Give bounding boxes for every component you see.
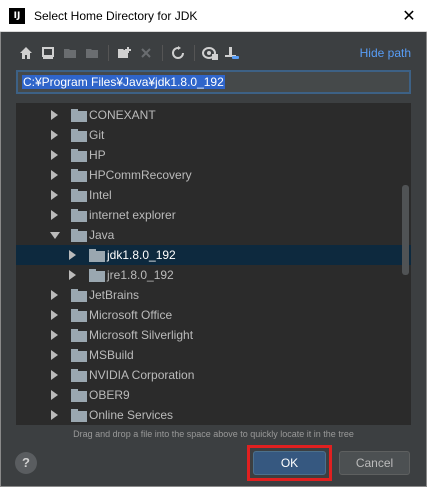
tree-row-label: Microsoft Silverlight xyxy=(89,328,194,342)
chevron-down-icon[interactable] xyxy=(50,232,60,239)
tree-row[interactable]: OBER9 xyxy=(16,385,411,405)
tree-row[interactable]: Java xyxy=(16,225,411,245)
project-folder-icon xyxy=(60,42,80,64)
tree-row-label: Online Services xyxy=(89,408,174,422)
folder-icon xyxy=(71,109,87,122)
tree-row-label: JetBrains xyxy=(89,288,140,302)
chevron-right-icon[interactable] xyxy=(51,410,58,420)
tree-row-label: Intel xyxy=(89,188,112,202)
cancel-button[interactable]: Cancel xyxy=(339,451,410,475)
tree-row[interactable]: HP xyxy=(16,145,411,165)
window-title: Select Home Directory for JDK xyxy=(34,9,198,23)
folder-icon xyxy=(71,189,87,202)
toolbar-separator xyxy=(162,45,163,61)
home-icon[interactable] xyxy=(16,42,36,64)
tree-row[interactable]: JetBrains xyxy=(16,285,411,305)
chevron-right-icon[interactable] xyxy=(51,170,58,180)
chevron-right-icon[interactable] xyxy=(51,350,58,360)
tree-row-label: Microsoft Office xyxy=(89,308,173,322)
tree-row-label: Git xyxy=(89,128,105,142)
tree-row-label: MSBuild xyxy=(89,348,134,362)
chevron-right-icon[interactable] xyxy=(69,270,76,280)
folder-icon xyxy=(71,309,87,322)
tree-row[interactable]: internet explorer xyxy=(16,205,411,225)
tree-row-label: Java xyxy=(89,228,115,242)
tree-row[interactable]: Online Services xyxy=(16,405,411,425)
delete-icon xyxy=(136,42,156,64)
tree-row[interactable]: jre1.8.0_192 xyxy=(16,265,411,285)
help-button[interactable]: ? xyxy=(15,452,37,474)
chevron-right-icon[interactable] xyxy=(51,210,58,220)
file-tree[interactable]: CONEXANT Git HP HPCommRecovery Intel internet… xyxy=(16,103,411,425)
chevron-right-icon[interactable] xyxy=(51,310,58,320)
folder-icon xyxy=(89,269,105,282)
tree-row-label: HPCommRecovery xyxy=(89,168,192,182)
new-folder-icon[interactable] xyxy=(114,42,134,64)
tree-row-label: OBER9 xyxy=(89,388,130,402)
tree-row-label: jre1.8.0_192 xyxy=(107,268,174,282)
refresh-icon[interactable] xyxy=(168,42,188,64)
window-border-left xyxy=(0,32,1,487)
tree-row-label: CONEXANT xyxy=(89,108,156,122)
folder-icon xyxy=(71,389,87,402)
module-folder-icon xyxy=(82,42,102,64)
close-icon[interactable]: ✕ xyxy=(397,4,421,28)
tree-row-label: jdk1.8.0_192 xyxy=(107,248,176,262)
tree-row[interactable]: HPCommRecovery xyxy=(16,165,411,185)
toolbar-separator xyxy=(108,45,109,61)
tree-row-label: HP xyxy=(89,148,106,162)
chevron-right-icon[interactable] xyxy=(51,150,58,160)
chevron-right-icon[interactable] xyxy=(51,330,58,340)
attach-icon[interactable] xyxy=(222,42,242,64)
folder-icon xyxy=(71,369,87,382)
chevron-right-icon[interactable] xyxy=(51,130,58,140)
title-bar: IJ Select Home Directory for JDK ✕ xyxy=(0,0,427,32)
folder-icon xyxy=(71,289,87,302)
toolbar-separator xyxy=(194,45,195,61)
folder-icon xyxy=(71,409,87,422)
folder-icon xyxy=(71,169,87,182)
folder-icon xyxy=(89,249,105,262)
folder-icon xyxy=(71,229,87,242)
tree-row-label: internet explorer xyxy=(89,208,176,222)
tree-row[interactable]: Git xyxy=(16,125,411,145)
tree-row[interactable]: Microsoft Office xyxy=(16,305,411,325)
folder-icon xyxy=(71,349,87,362)
desktop-icon[interactable] xyxy=(38,42,58,64)
tree-row[interactable]: Intel xyxy=(16,185,411,205)
tree-row[interactable]: NVIDIA Corporation xyxy=(16,365,411,385)
path-input[interactable]: C:¥Program Files¥Java¥jdk1.8.0_192 xyxy=(16,70,411,94)
tree-scrollbar[interactable] xyxy=(402,185,409,275)
folder-icon xyxy=(71,149,87,162)
hide-path-link[interactable]: Hide path xyxy=(360,46,411,60)
chevron-right-icon[interactable] xyxy=(51,290,58,300)
folder-icon xyxy=(71,329,87,342)
tree-row[interactable]: MSBuild xyxy=(16,345,411,365)
tree-row[interactable]: jdk1.8.0_192 xyxy=(16,245,411,265)
drag-drop-hint: Drag and drop a file into the space abov… xyxy=(73,429,354,439)
chevron-right-icon[interactable] xyxy=(69,250,76,260)
path-input-value: C:¥Program Files¥Java¥jdk1.8.0_192 xyxy=(22,75,225,89)
intellij-app-icon: IJ xyxy=(9,8,25,24)
tree-row-label: NVIDIA Corporation xyxy=(89,368,195,382)
folder-icon xyxy=(71,129,87,142)
folder-icon xyxy=(71,209,87,222)
chevron-right-icon[interactable] xyxy=(51,110,58,120)
ok-button[interactable]: OK xyxy=(253,451,326,475)
show-hidden-icon[interactable] xyxy=(200,42,220,64)
toolbar: Hide path xyxy=(16,42,411,64)
chevron-right-icon[interactable] xyxy=(51,370,58,380)
chevron-right-icon[interactable] xyxy=(51,190,58,200)
tree-row[interactable]: Microsoft Silverlight xyxy=(16,325,411,345)
chevron-right-icon[interactable] xyxy=(51,390,58,400)
tree-row[interactable]: CONEXANT xyxy=(16,105,411,125)
